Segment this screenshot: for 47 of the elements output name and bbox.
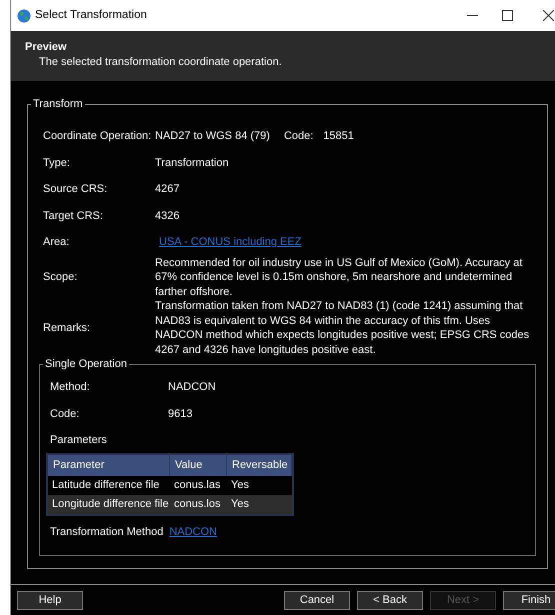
table-cell-text: Yes	[230, 497, 250, 512]
table-cell-text: conus.las	[173, 478, 222, 494]
field-label: Area:	[43, 235, 70, 250]
field-value: Recommended for oil industry use in US Gulf of Mexico (GoM). Accuracy at 67% confidence level is 0.15m onshore, 5m nearshore and undetermined farther offshore.	[155, 256, 524, 299]
field-label: Transformation Method	[50, 524, 164, 540]
field-value: 15851	[323, 129, 354, 144]
header-subtitle: The selected transformation coordinate operation.	[39, 55, 282, 70]
field-value: Transformation	[155, 156, 230, 170]
header-title: Preview	[25, 40, 67, 54]
field-value: NAD27 to WGS 84 (79)	[155, 129, 270, 144]
field-label: Source CRS:	[43, 182, 108, 197]
table-cell-text: conus.los	[173, 497, 222, 512]
dialog-button[interactable]: Cancel	[284, 590, 350, 610]
parameters-label: Parameters	[50, 432, 107, 448]
dialog-button[interactable]: Finish	[503, 590, 555, 610]
dialog-button[interactable]: Help	[17, 590, 83, 610]
area-link[interactable]: USA - CONUS including EEZ	[159, 234, 302, 250]
globe-icon	[17, 8, 31, 22]
close-icon[interactable]	[543, 10, 554, 21]
field-label: Scope:	[43, 270, 78, 285]
dialog-button: Next >	[430, 590, 496, 610]
field-value: 4267	[155, 182, 180, 196]
field-label: Code:	[284, 129, 314, 144]
column-header[interactable]: Reversable	[227, 455, 292, 476]
column-header[interactable]: Parameter	[48, 455, 170, 476]
field-value: NADCON	[168, 380, 216, 395]
table-row[interactable]: Longitude difference file conus.los Yes	[48, 495, 292, 514]
dialog-button[interactable]: < Back	[357, 590, 423, 610]
field-label: Target CRS:	[43, 208, 104, 224]
table-cell-text: Latitude difference file	[51, 478, 160, 494]
maximize-icon[interactable]	[502, 10, 513, 21]
table-cell-text: Yes	[230, 478, 250, 494]
field-value: 4326	[155, 208, 180, 223]
field-label: Remarks:	[43, 320, 92, 336]
field-label: Type:	[43, 156, 71, 170]
method-link[interactable]: NADCON	[169, 524, 217, 540]
field-value: Transformation taken from NAD27 to NAD83 (1) (code 1241) assuming that NAD83 is equivalent to WGS 84 within the accuracy of this tfm. Uses NADCON method which expects longitudes positive west; EPSG CRS codes 4267 and 4326 have longitudes positive east.	[155, 299, 530, 357]
table-cell-text: Longitude difference file	[51, 497, 170, 512]
field-label: Code:	[50, 406, 80, 422]
group-legend: Single Operation	[43, 357, 129, 371]
field-value: 9613	[168, 406, 192, 422]
field-label: Method:	[50, 380, 91, 395]
group-legend: Transform	[31, 97, 85, 111]
table-row[interactable]: Latitude difference file conus.las Yes	[48, 476, 292, 495]
window-title: Select Transformation	[35, 8, 147, 23]
column-header[interactable]: Value	[170, 455, 227, 476]
field-label: Coordinate Operation:	[43, 129, 152, 144]
